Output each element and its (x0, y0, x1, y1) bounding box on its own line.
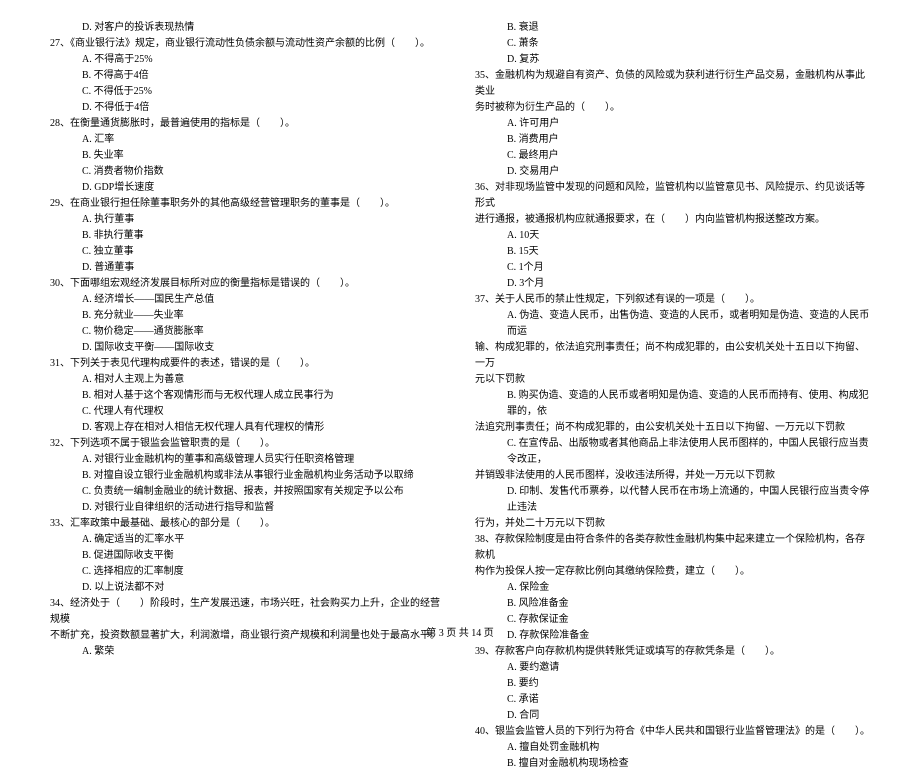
q39-d: D. 合同 (475, 708, 870, 724)
q27-c: C. 不得低于25% (50, 84, 445, 100)
q27-d: D. 不得低于4倍 (50, 100, 445, 116)
q27-a: A. 不得高于25% (50, 52, 445, 68)
q30-d: D. 国际收支平衡——国际收支 (50, 340, 445, 356)
q38-b: B. 风险准备金 (475, 596, 870, 612)
q31-c: C. 代理人有代理权 (50, 404, 445, 420)
q34-stem-1: 34、经济处于（ ）阶段时，生产发展迅速，市场兴旺，社会购买力上升，企业的经营规… (50, 596, 445, 628)
q37-b-2: 法追究刑事责任；尚不构成犯罪的，由公安机关处十五日以下拘留、一万元以下罚款 (475, 420, 870, 436)
q33-d: D. 以上说法都不对 (50, 580, 445, 596)
q37-c-1: C. 在宣传品、出版物或者其他商品上非法使用人民币图样的，中国人民银行应当责令改… (475, 436, 870, 468)
q36-a: A. 10天 (475, 228, 870, 244)
q32-d: D. 对银行业自律组织的活动进行指导和监督 (50, 500, 445, 516)
q32-stem: 32、下列选项不属于银监会监管职责的是（ ）。 (50, 436, 445, 452)
q36-d: D. 3个月 (475, 276, 870, 292)
q36-c: C. 1个月 (475, 260, 870, 276)
q37-d-2: 行为，并处二十万元以下罚款 (475, 516, 870, 532)
q27-stem: 27、《商业银行法》规定，商业银行流动性负债余额与流动性资产余额的比例（ ）。 (50, 36, 445, 52)
q37-d-1: D. 印制、发售代币票券，以代替人民币在市场上流通的，中国人民银行应当责令停止违… (475, 484, 870, 516)
q39-c: C. 承诺 (475, 692, 870, 708)
q38-a: A. 保险金 (475, 580, 870, 596)
q39-b: B. 要约 (475, 676, 870, 692)
q27-b: B. 不得高于4倍 (50, 68, 445, 84)
q32-c: C. 负责统一编制金融业的统计数据、报表，并按照国家有关规定予以公布 (50, 484, 445, 500)
q40-stem: 40、银监会监管人员的下列行为符合《中华人民共和国银行业监督管理法》的是（ ）。 (475, 724, 870, 740)
q28-b: B. 失业率 (50, 148, 445, 164)
q37-a-3: 元以下罚款 (475, 372, 870, 388)
page-footer: 第 3 页 共 14 页 (0, 626, 920, 642)
q37-b-1: B. 购买伪造、变造的人民币或者明知是伪造、变造的人民币而持有、使用、构成犯罪的… (475, 388, 870, 420)
q29-b: B. 非执行董事 (50, 228, 445, 244)
q33-stem: 33、汇率政策中最基础、最核心的部分是（ ）。 (50, 516, 445, 532)
q30-a: A. 经济增长——国民生产总值 (50, 292, 445, 308)
q34-b: B. 衰退 (475, 20, 870, 36)
q36-stem-2: 进行通报，被通报机构应就通报要求，在（ ）内向监管机构报送整改方案。 (475, 212, 870, 228)
q30-stem: 30、下面哪组宏观经济发展目标所对应的衡量指标是错误的（ ）。 (50, 276, 445, 292)
q31-b: B. 相对人基于这个客观情形而与无权代理人成立民事行为 (50, 388, 445, 404)
q35-c: C. 最终用户 (475, 148, 870, 164)
q36-b: B. 15天 (475, 244, 870, 260)
opt-d-prev: D. 对客户的投诉表现热情 (50, 20, 445, 36)
q35-a: A. 许可用户 (475, 116, 870, 132)
q31-d: D. 客观上存在相对人相信无权代理人具有代理权的情形 (50, 420, 445, 436)
q39-stem: 39、存款客户向存款机构提供转账凭证或填写的存款凭条是（ ）。 (475, 644, 870, 660)
q35-stem-2: 务时被称为衍生产品的（ ）。 (475, 100, 870, 116)
q39-a: A. 要约邀请 (475, 660, 870, 676)
q31-stem: 31、下列关于表见代理构成要件的表述，错误的是（ ）。 (50, 356, 445, 372)
q28-c: C. 消费者物价指数 (50, 164, 445, 180)
q33-c: C. 选择相应的汇率制度 (50, 564, 445, 580)
q28-d: D. GDP增长速度 (50, 180, 445, 196)
q37-c-2: 并销毁非法使用的人民币图样，没收违法所得，并处一万元以下罚款 (475, 468, 870, 484)
q35-stem-1: 35、金融机构为规避自有资产、负债的风险或为获利进行衍生产品交易，金融机构从事此… (475, 68, 870, 100)
q29-a: A. 执行董事 (50, 212, 445, 228)
q30-c: C. 物价稳定——通货膨胀率 (50, 324, 445, 340)
q35-b: B. 消费用户 (475, 132, 870, 148)
q33-a: A. 确定适当的汇率水平 (50, 532, 445, 548)
q37-a-1: A. 伪造、变造人民币，出售伪造、变造的人民币，或者明知是伪造、变造的人民币而运 (475, 308, 870, 340)
q32-b: B. 对擅自设立银行业金融机构或非法从事银行业金融机构业务活动予以取缔 (50, 468, 445, 484)
q31-a: A. 相对人主观上为善意 (50, 372, 445, 388)
q29-d: D. 普通董事 (50, 260, 445, 276)
q28-stem: 28、在衡量通货膨胀时，最普遍使用的指标是（ ）。 (50, 116, 445, 132)
q38-stem-1: 38、存款保险制度是由符合条件的各类存款性金融机构集中起来建立一个保险机构，各存… (475, 532, 870, 564)
q30-b: B. 充分就业——失业率 (50, 308, 445, 324)
q29-c: C. 独立董事 (50, 244, 445, 260)
q38-stem-2: 构作为投保人按一定存款比例向其缴纳保险费，建立（ ）。 (475, 564, 870, 580)
q29-stem: 29、在商业银行担任除董事职务外的其他高级经营管理职务的董事是（ ）。 (50, 196, 445, 212)
q37-stem: 37、关于人民币的禁止性规定，下列叙述有误的一项是（ ）。 (475, 292, 870, 308)
q33-b: B. 促进国际收支平衡 (50, 548, 445, 564)
q32-a: A. 对银行业金融机构的董事和高级管理人员实行任职资格管理 (50, 452, 445, 468)
q35-d: D. 交易用户 (475, 164, 870, 180)
right-column: B. 衰退 C. 萧条 D. 复苏 35、金融机构为规避自有资产、负债的风险或为… (475, 20, 870, 772)
q40-a: A. 擅自处罚金融机构 (475, 740, 870, 756)
q34-c: C. 萧条 (475, 36, 870, 52)
left-column: D. 对客户的投诉表现热情 27、《商业银行法》规定，商业银行流动性负债余额与流… (50, 20, 445, 772)
q37-a-2: 输、构成犯罪的，依法追究刑事责任；尚不构成犯罪的，由公安机关处十五日以下拘留、一… (475, 340, 870, 372)
q40-b: B. 擅自对金融机构现场检查 (475, 756, 870, 772)
q34-a: A. 繁荣 (50, 644, 445, 660)
q34-d: D. 复苏 (475, 52, 870, 68)
q36-stem-1: 36、对非现场监管中发现的问题和风险，监管机构以监管意见书、风险提示、约见谈话等… (475, 180, 870, 212)
q28-a: A. 汇率 (50, 132, 445, 148)
